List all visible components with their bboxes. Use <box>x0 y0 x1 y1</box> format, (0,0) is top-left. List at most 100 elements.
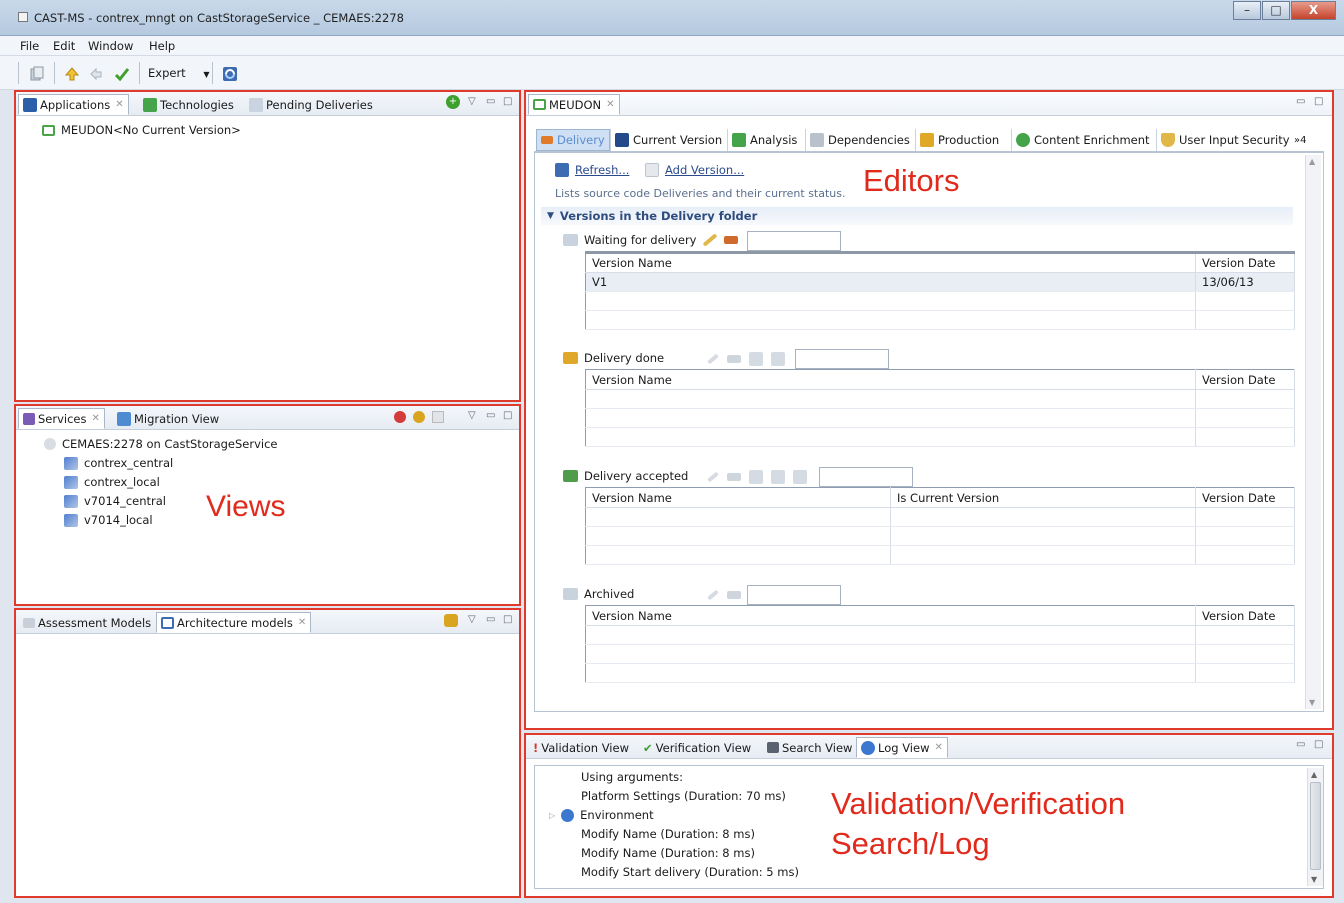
tree-item-meudon[interactable]: MEUDON<No Current Version> <box>42 123 241 137</box>
tab-dependencies[interactable]: Dependencies <box>805 129 914 151</box>
minimize-view-icon[interactable]: ▭ <box>486 410 495 421</box>
log-item[interactable]: Modify Name (Duration: 8 ms) <box>581 846 755 860</box>
tab-pending-deliveries[interactable]: Pending Deliveries <box>244 94 378 115</box>
versions-section-header[interactable]: ▼ Versions in the Delivery folder <box>541 207 1293 225</box>
refresh-link[interactable]: Refresh... <box>555 163 629 177</box>
menu-help[interactable]: Help <box>149 39 175 53</box>
tab-architecture-models[interactable]: Architecture models ✕ <box>156 612 312 633</box>
refresh-icon[interactable] <box>222 66 238 82</box>
pencil-icon[interactable] <box>703 233 718 247</box>
close-tab-icon[interactable]: ✕ <box>92 413 100 424</box>
close-tab-icon[interactable]: ✕ <box>115 99 123 110</box>
deliver-icon[interactable] <box>727 591 741 599</box>
more-tabs-button[interactable]: »4 <box>1290 129 1310 151</box>
pencil-icon[interactable] <box>707 471 719 483</box>
scroll-down-icon[interactable]: ▼ <box>1309 698 1315 707</box>
tab-delivery[interactable]: Delivery <box>536 129 610 151</box>
maximize-view-icon[interactable]: □ <box>1314 739 1323 750</box>
assessment-icon <box>23 617 35 628</box>
tab-user-input-security[interactable]: User Input Security <box>1156 129 1294 151</box>
accepted-action-box[interactable] <box>819 467 913 487</box>
editor-scrollbar[interactable]: ▲ ▼ <box>1305 155 1321 709</box>
tree-item-schema[interactable]: v7014_local <box>64 513 153 527</box>
maximize-view-icon[interactable]: □ <box>1314 96 1323 107</box>
close-tab-icon[interactable]: ✕ <box>606 99 614 110</box>
view-menu-icon[interactable]: ▽ <box>468 96 476 107</box>
menu-window[interactable]: Window <box>88 39 133 53</box>
tab-assessment-models[interactable]: Assessment Models <box>18 612 156 633</box>
log-item[interactable]: Using arguments: <box>581 770 683 784</box>
close-tab-icon[interactable]: ✕ <box>298 617 306 628</box>
archive-icon[interactable] <box>793 470 807 484</box>
minimize-view-icon[interactable]: ▭ <box>1296 739 1305 750</box>
waiting-action-box[interactable] <box>747 231 841 251</box>
add-icon[interactable]: + <box>446 95 460 109</box>
add-version-link[interactable]: Add Version... <box>645 163 744 177</box>
expand-icon[interactable]: ▷ <box>549 811 555 820</box>
maximize-view-icon[interactable]: □ <box>503 614 512 625</box>
tree-item-server[interactable]: CEMAES:2278 on CastStorageService <box>44 437 278 451</box>
minimize-button[interactable]: – <box>1233 1 1261 20</box>
tab-applications[interactable]: Applications ✕ <box>18 94 129 115</box>
view-menu-icon[interactable]: ▽ <box>468 614 476 625</box>
log-item[interactable]: Platform Settings (Duration: 70 ms) <box>581 789 786 803</box>
menu-edit[interactable]: Edit <box>53 39 75 53</box>
minimize-view-icon[interactable]: ▭ <box>1296 96 1305 107</box>
view-menu-icon[interactable]: ▽ <box>468 410 476 421</box>
accept-icon[interactable] <box>749 470 763 484</box>
tab-content-enrichment[interactable]: Content Enrichment <box>1011 129 1154 151</box>
maximize-button[interactable]: □ <box>1262 1 1290 20</box>
scroll-up-icon[interactable]: ▲ <box>1309 157 1315 166</box>
close-button[interactable]: X <box>1291 1 1336 20</box>
tree-item-schema[interactable]: contrex_central <box>64 456 173 470</box>
menu-file[interactable]: File <box>20 39 39 53</box>
log-item[interactable]: Modify Name (Duration: 8 ms) <box>581 827 755 841</box>
tab-services[interactable]: Services ✕ <box>18 408 105 429</box>
scroll-down-icon[interactable]: ▼ <box>1311 875 1317 884</box>
deliver-icon[interactable] <box>727 473 741 481</box>
waiting-versions-table: Version Name Version Date V1 13/06/13 <box>585 251 1295 330</box>
accept-icon[interactable] <box>749 352 763 366</box>
expert-mode-dropdown[interactable]: Expert ▼ <box>148 66 210 80</box>
archived-action-box[interactable] <box>747 585 841 605</box>
maximize-view-icon[interactable]: □ <box>503 410 512 421</box>
tab-production[interactable]: Production <box>915 129 1003 151</box>
done-action-box[interactable] <box>795 349 889 369</box>
scroll-up-icon[interactable]: ▲ <box>1311 770 1317 779</box>
database-icon[interactable] <box>413 411 425 423</box>
log-item[interactable]: Modify Start delivery (Duration: 5 ms) <box>581 865 799 879</box>
tab-technologies[interactable]: Technologies <box>138 94 239 115</box>
scroll-thumb[interactable] <box>1310 782 1321 870</box>
pencil-icon[interactable] <box>707 589 719 601</box>
table-row[interactable]: V1 13/06/13 <box>585 272 1295 292</box>
stop-icon[interactable] <box>394 411 406 423</box>
deliver-icon[interactable] <box>64 66 80 82</box>
tab-migration-view[interactable]: Migration View <box>112 408 224 429</box>
deliver-icon[interactable] <box>727 355 741 363</box>
tab-current-version[interactable]: Current Version <box>610 129 726 151</box>
log-item-environment[interactable]: ▷ Environment <box>549 808 654 822</box>
close-tab-icon[interactable]: ✕ <box>935 742 943 753</box>
maximize-view-icon[interactable]: □ <box>503 96 512 107</box>
minimize-view-icon[interactable]: ▭ <box>486 614 495 625</box>
reject-icon[interactable] <box>771 352 785 366</box>
package-icon[interactable] <box>444 614 458 627</box>
tree-item-schema[interactable]: v7014_central <box>64 494 166 508</box>
tree-item-schema[interactable]: contrex_local <box>64 475 160 489</box>
tab-verification-view[interactable]: ✔ Verification View <box>638 737 756 758</box>
tab-log-view[interactable]: Log View ✕ <box>856 737 948 758</box>
deliver-icon[interactable] <box>724 236 739 244</box>
minimize-view-icon[interactable]: ▭ <box>486 96 495 107</box>
reject-icon[interactable] <box>771 470 785 484</box>
disabled-icon[interactable] <box>432 411 444 423</box>
undo-icon[interactable] <box>88 66 104 82</box>
tab-meudon[interactable]: MEUDON ✕ <box>528 94 620 115</box>
log-scrollbar[interactable]: ▲ ▼ <box>1307 768 1323 886</box>
tab-search-view[interactable]: Search View <box>762 737 857 758</box>
tab-validation-view[interactable]: ! Validation View <box>528 737 634 758</box>
checkmark-icon[interactable] <box>114 66 130 82</box>
pencil-icon[interactable] <box>707 353 719 365</box>
copy-icon[interactable] <box>29 66 45 82</box>
tab-analysis[interactable]: Analysis <box>727 129 801 151</box>
validation-search-label: Validation/Verification Search/Log <box>831 786 1126 861</box>
